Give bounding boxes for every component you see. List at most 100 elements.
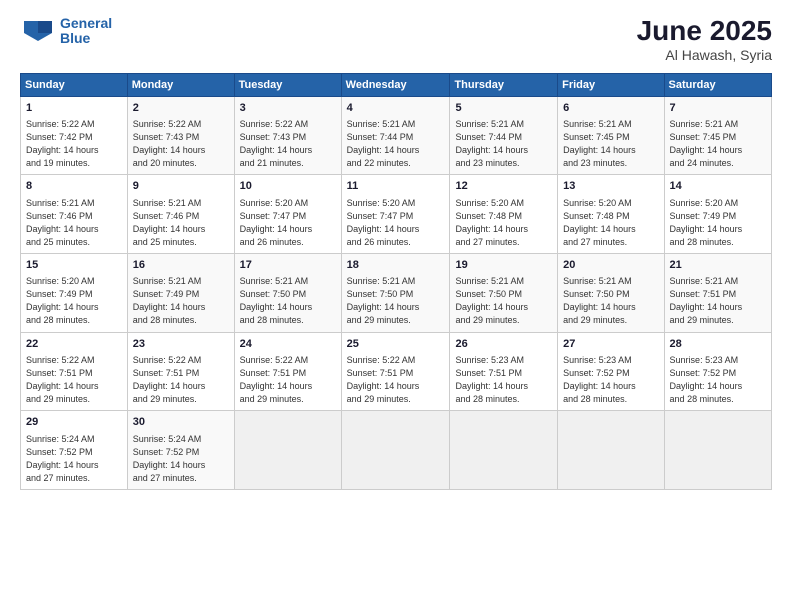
- day-number: 29: [26, 415, 122, 430]
- logo-blue: Blue: [60, 30, 90, 46]
- day-number: 5: [455, 101, 552, 116]
- day-detail: Sunrise: 5:21 AM Sunset: 7:46 PM Dayligh…: [133, 197, 229, 249]
- col-thursday: Thursday: [450, 73, 558, 96]
- day-number: 20: [563, 258, 658, 273]
- table-row: [341, 411, 450, 490]
- day-number: 21: [670, 258, 766, 273]
- day-number: 23: [133, 337, 229, 352]
- day-number: 12: [455, 179, 552, 194]
- table-row: 30 Sunrise: 5:24 AM Sunset: 7:52 PM Dayli…: [127, 411, 234, 490]
- day-detail: Sunrise: 5:21 AM Sunset: 7:50 PM Dayligh…: [563, 275, 658, 327]
- day-number: 6: [563, 101, 658, 116]
- table-row: 20 Sunrise: 5:21 AM Sunset: 7:50 PM Dayli…: [558, 253, 664, 332]
- col-saturday: Saturday: [664, 73, 771, 96]
- logo-text: General Blue: [60, 16, 112, 47]
- table-row: 11Sunrise: 5:20 AM Sunset: 7:47 PM Dayli…: [341, 175, 450, 254]
- day-detail: Sunrise: 5:21 AM Sunset: 7:50 PM Dayligh…: [347, 275, 445, 327]
- day-detail: Sunrise: 5:23 AM Sunset: 7:52 PM Dayligh…: [670, 354, 766, 406]
- day-number: 14: [670, 179, 766, 194]
- day-number: 25: [347, 337, 445, 352]
- day-detail: Sunrise: 5:23 AM Sunset: 7:52 PM Dayligh…: [563, 354, 658, 406]
- table-row: [558, 411, 664, 490]
- day-detail: Sunrise: 5:20 AM Sunset: 7:49 PM Dayligh…: [670, 197, 766, 249]
- table-row: 14 Sunrise: 5:20 AM Sunset: 7:49 PM Dayli…: [664, 175, 771, 254]
- day-detail: Sunrise: 5:21 AM Sunset: 7:46 PM Dayligh…: [26, 197, 122, 249]
- table-row: 4 Sunrise: 5:21 AM Sunset: 7:44 PM Daylig…: [341, 96, 450, 175]
- day-detail: Sunrise: 5:24 AM Sunset: 7:52 PM Dayligh…: [133, 433, 229, 485]
- table-row: 22 Sunrise: 5:22 AM Sunset: 7:51 PM Dayli…: [21, 332, 128, 411]
- day-number: 10: [240, 179, 336, 194]
- day-number: 28: [670, 337, 766, 352]
- table-row: 28 Sunrise: 5:23 AM Sunset: 7:52 PM Dayli…: [664, 332, 771, 411]
- month-title: June 2025: [637, 16, 772, 47]
- col-friday: Friday: [558, 73, 664, 96]
- day-detail: Sunrise: 5:21 AM Sunset: 7:49 PM Dayligh…: [133, 275, 229, 327]
- day-number: 1: [26, 101, 122, 116]
- table-row: [234, 411, 341, 490]
- day-number: 30: [133, 415, 229, 430]
- day-detail: Sunrise: 5:22 AM Sunset: 7:51 PM Dayligh…: [347, 354, 445, 406]
- day-detail: Sunrise: 5:22 AM Sunset: 7:51 PM Dayligh…: [26, 354, 122, 406]
- table-row: 18Sunrise: 5:21 AM Sunset: 7:50 PM Dayli…: [341, 253, 450, 332]
- day-detail: Sunrise: 5:20 AM Sunset: 7:49 PM Dayligh…: [26, 275, 122, 327]
- day-detail: Sunrise: 5:21 AM Sunset: 7:44 PM Dayligh…: [347, 118, 445, 170]
- table-row: 1Sunrise: 5:22 AM Sunset: 7:42 PM Daylig…: [21, 96, 128, 175]
- day-number: 19: [455, 258, 552, 273]
- table-row: 15 Sunrise: 5:20 AM Sunset: 7:49 PM Dayli…: [21, 253, 128, 332]
- calendar-week-row: 8 Sunrise: 5:21 AM Sunset: 7:46 PM Daylig…: [21, 175, 772, 254]
- day-number: 7: [670, 101, 766, 116]
- day-detail: Sunrise: 5:22 AM Sunset: 7:51 PM Dayligh…: [240, 354, 336, 406]
- table-row: 29 Sunrise: 5:24 AM Sunset: 7:52 PM Dayli…: [21, 411, 128, 490]
- day-number: 3: [240, 101, 336, 116]
- logo: General Blue: [20, 16, 112, 47]
- day-detail: Sunrise: 5:22 AM Sunset: 7:51 PM Dayligh…: [133, 354, 229, 406]
- table-row: 9 Sunrise: 5:21 AM Sunset: 7:46 PM Daylig…: [127, 175, 234, 254]
- table-row: [450, 411, 558, 490]
- day-number: 22: [26, 337, 122, 352]
- location: Al Hawash, Syria: [637, 47, 772, 63]
- calendar-week-row: 1Sunrise: 5:22 AM Sunset: 7:42 PM Daylig…: [21, 96, 772, 175]
- col-tuesday: Tuesday: [234, 73, 341, 96]
- day-detail: Sunrise: 5:20 AM Sunset: 7:47 PM Dayligh…: [240, 197, 336, 249]
- day-detail: Sunrise: 5:21 AM Sunset: 7:45 PM Dayligh…: [563, 118, 658, 170]
- day-number: 9: [133, 179, 229, 194]
- table-row: 10 Sunrise: 5:20 AM Sunset: 7:47 PM Dayli…: [234, 175, 341, 254]
- table-row: 8 Sunrise: 5:21 AM Sunset: 7:46 PM Daylig…: [21, 175, 128, 254]
- table-row: 6 Sunrise: 5:21 AM Sunset: 7:45 PM Daylig…: [558, 96, 664, 175]
- calendar-week-row: 15 Sunrise: 5:20 AM Sunset: 7:49 PM Dayli…: [21, 253, 772, 332]
- day-detail: Sunrise: 5:21 AM Sunset: 7:50 PM Dayligh…: [455, 275, 552, 327]
- calendar-week-row: 29 Sunrise: 5:24 AM Sunset: 7:52 PM Dayli…: [21, 411, 772, 490]
- table-row: 25 Sunrise: 5:22 AM Sunset: 7:51 PM Dayli…: [341, 332, 450, 411]
- header: General Blue June 2025 Al Hawash, Syria: [20, 16, 772, 63]
- title-block: June 2025 Al Hawash, Syria: [637, 16, 772, 63]
- page: General Blue June 2025 Al Hawash, Syria …: [0, 0, 792, 612]
- logo-icon: [20, 17, 56, 45]
- table-row: 27 Sunrise: 5:23 AM Sunset: 7:52 PM Dayli…: [558, 332, 664, 411]
- day-number: 16: [133, 258, 229, 273]
- day-detail: Sunrise: 5:22 AM Sunset: 7:43 PM Dayligh…: [133, 118, 229, 170]
- day-number: 4: [347, 101, 445, 116]
- table-row: 7 Sunrise: 5:21 AM Sunset: 7:45 PM Daylig…: [664, 96, 771, 175]
- day-number: 24: [240, 337, 336, 352]
- table-row: 5 Sunrise: 5:21 AM Sunset: 7:44 PM Daylig…: [450, 96, 558, 175]
- day-detail: Sunrise: 5:20 AM Sunset: 7:48 PM Dayligh…: [563, 197, 658, 249]
- table-row: 12Sunrise: 5:20 AM Sunset: 7:48 PM Dayli…: [450, 175, 558, 254]
- day-number: 26: [455, 337, 552, 352]
- table-row: 17 Sunrise: 5:21 AM Sunset: 7:50 PM Dayli…: [234, 253, 341, 332]
- day-detail: Sunrise: 5:21 AM Sunset: 7:45 PM Dayligh…: [670, 118, 766, 170]
- table-row: 26Sunrise: 5:23 AM Sunset: 7:51 PM Dayli…: [450, 332, 558, 411]
- day-detail: Sunrise: 5:21 AM Sunset: 7:50 PM Dayligh…: [240, 275, 336, 327]
- day-detail: Sunrise: 5:21 AM Sunset: 7:51 PM Dayligh…: [670, 275, 766, 327]
- day-number: 17: [240, 258, 336, 273]
- day-detail: Sunrise: 5:21 AM Sunset: 7:44 PM Dayligh…: [455, 118, 552, 170]
- day-number: 2: [133, 101, 229, 116]
- table-row: 19 Sunrise: 5:21 AM Sunset: 7:50 PM Dayli…: [450, 253, 558, 332]
- day-number: 15: [26, 258, 122, 273]
- day-number: 11: [347, 179, 445, 194]
- day-number: 27: [563, 337, 658, 352]
- day-number: 8: [26, 179, 122, 194]
- table-row: 23 Sunrise: 5:22 AM Sunset: 7:51 PM Dayli…: [127, 332, 234, 411]
- logo-general: General: [60, 15, 112, 31]
- calendar-table: Sunday Monday Tuesday Wednesday Thursday…: [20, 73, 772, 490]
- day-detail: Sunrise: 5:24 AM Sunset: 7:52 PM Dayligh…: [26, 433, 122, 485]
